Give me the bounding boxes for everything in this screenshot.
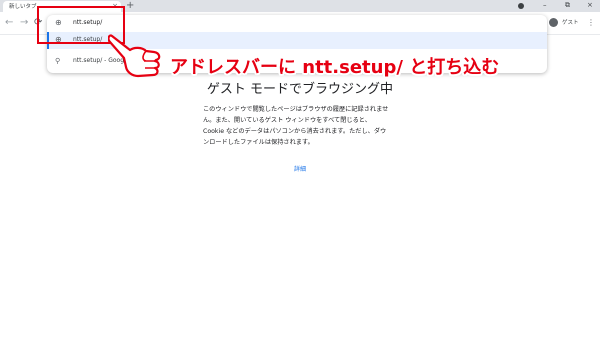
description-line: ん。また、開いているゲスト ウィンドウをすべて閉じると、 <box>203 117 371 124</box>
tab-search-icon[interactable] <box>518 3 524 9</box>
instruction-callout: アドレスバーに ntt.setup/ と打ち込む <box>170 57 500 78</box>
menu-icon[interactable]: ⋮ <box>587 18 595 28</box>
forward-icon[interactable]: → <box>20 17 28 29</box>
tab-title: 新しいタブ <box>9 4 37 10</box>
guest-avatar-icon <box>549 18 558 27</box>
description-line: ンロードしたファイルは保持されます。 <box>203 139 314 146</box>
back-icon[interactable]: ← <box>5 17 13 29</box>
search-icon: ⚲ <box>55 57 61 65</box>
guest-profile-button[interactable]: ゲスト <box>548 16 581 30</box>
details-link[interactable]: 詳細 <box>0 164 600 173</box>
minimize-icon[interactable]: – <box>543 1 547 10</box>
description-line: このウィンドウで閲覧したページはブラウザの履歴に記録されませ <box>203 106 389 113</box>
guest-description: このウィンドウで閲覧したページはブラウザの履歴に記録されませ ん。また、開いてい… <box>203 104 398 148</box>
page-title: ゲスト モードでブラウジング中 <box>206 82 394 97</box>
guest-label: ゲスト <box>562 20 579 26</box>
window-close-icon[interactable]: × <box>587 1 593 10</box>
description-line: Cookie などのデータはパソコンから消去されます。ただし、ダウ <box>203 128 387 135</box>
pointing-hand-icon <box>108 34 161 78</box>
restore-icon[interactable]: ⧉ <box>565 1 570 10</box>
new-tab-button[interactable]: + <box>126 0 134 11</box>
